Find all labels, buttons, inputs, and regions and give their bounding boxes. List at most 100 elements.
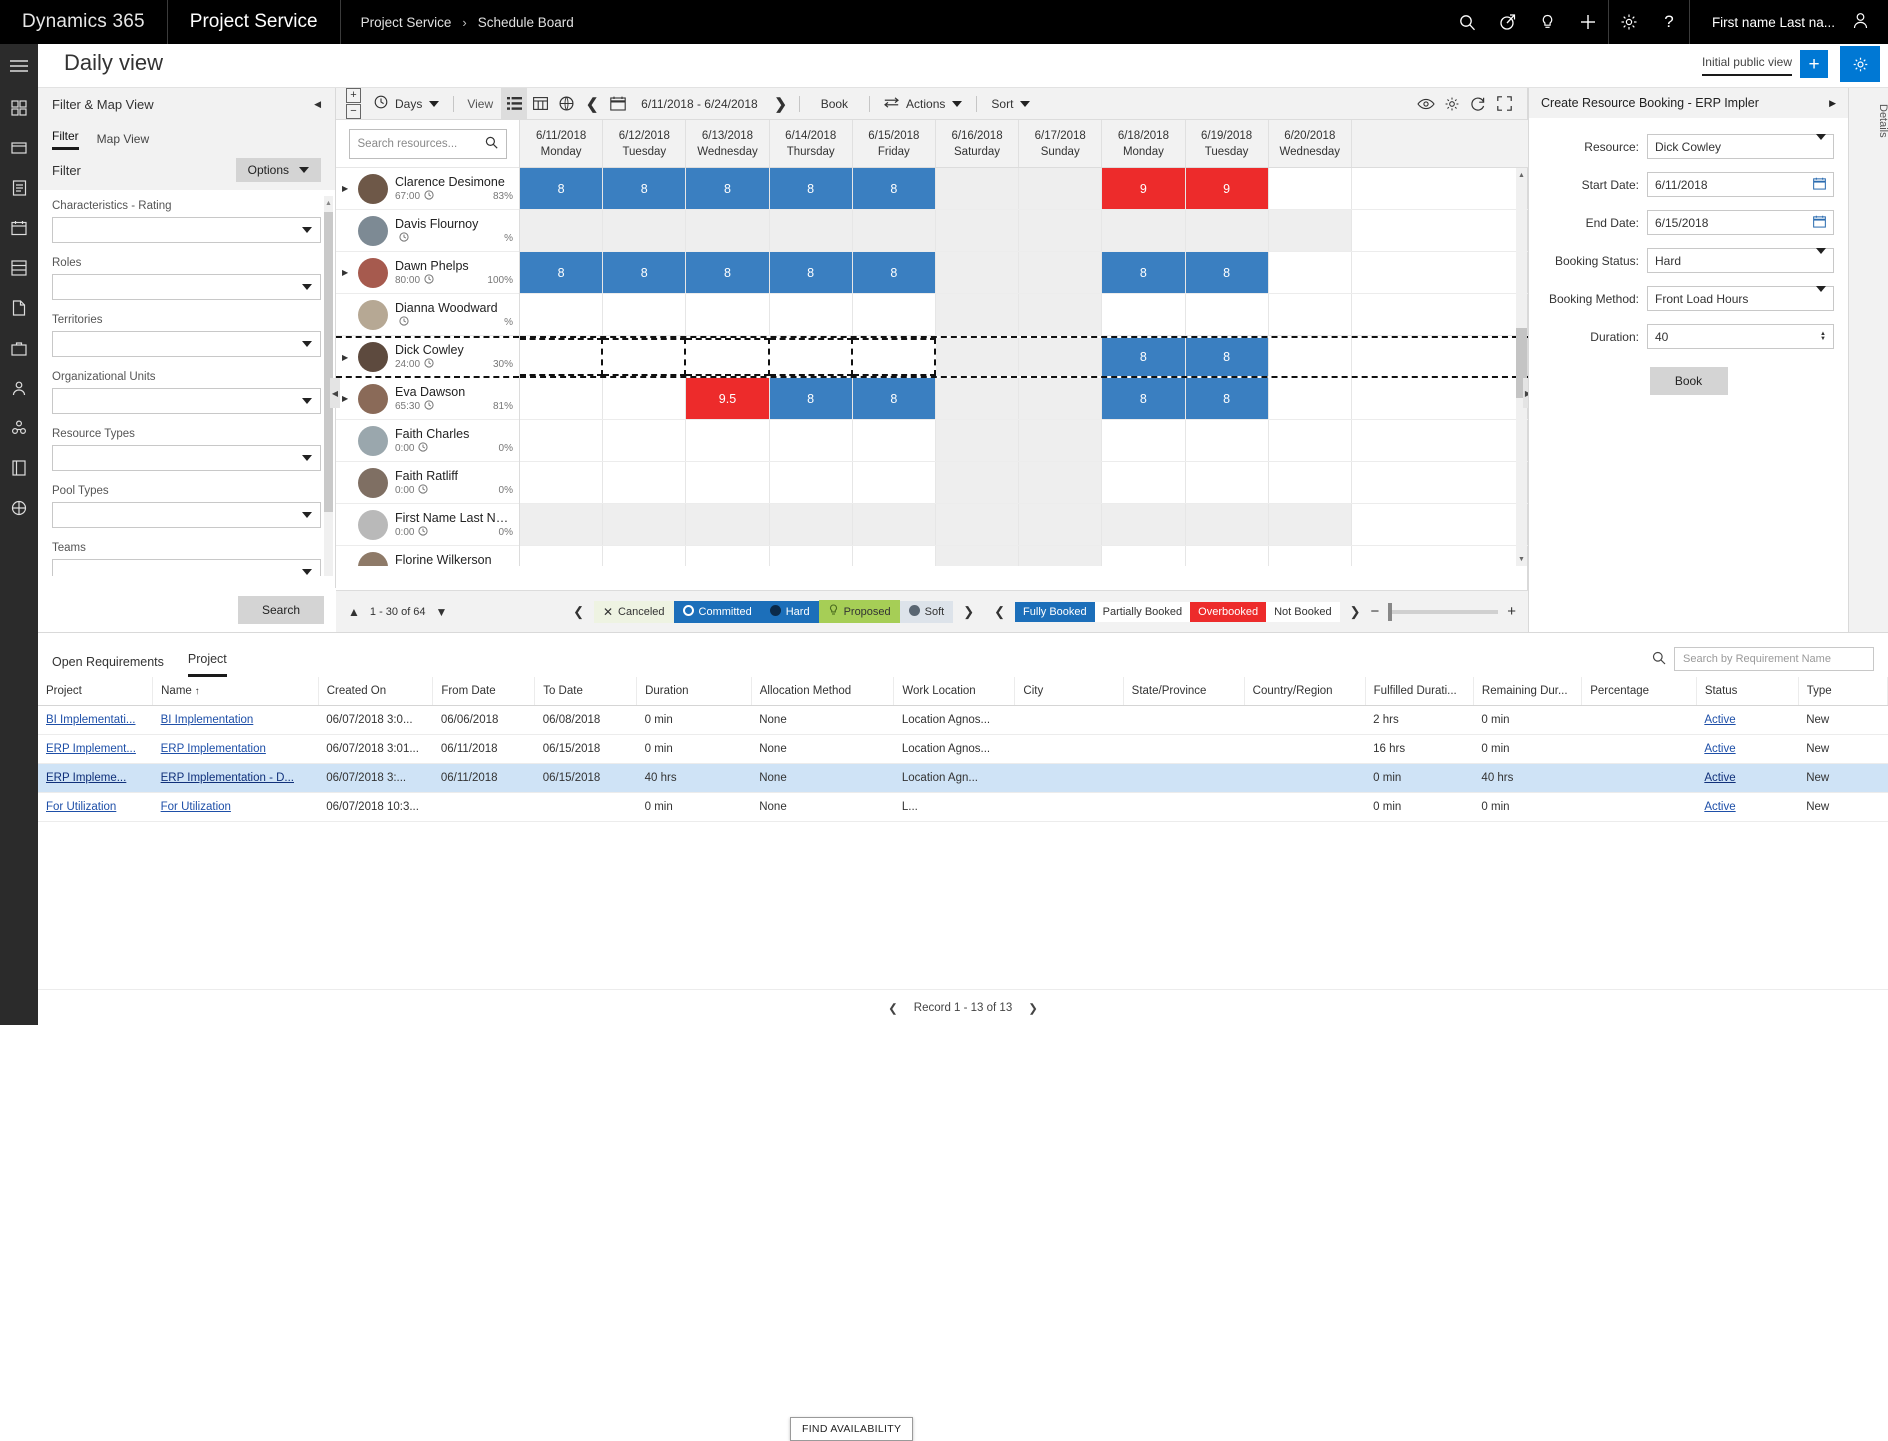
schedule-cell[interactable] <box>770 420 853 461</box>
schedule-cell[interactable] <box>603 420 686 461</box>
advanced-find-icon[interactable] <box>1488 0 1528 44</box>
pager-next-icon[interactable]: ❯ <box>1028 1001 1038 1015</box>
schedule-cell[interactable] <box>770 504 853 545</box>
resource-row[interactable]: ▶Eva Dawson65:3081% <box>336 378 519 420</box>
cell-link[interactable]: ERP Implementation - D... <box>161 772 294 784</box>
calendar-icon[interactable] <box>605 88 631 120</box>
resource-types-select[interactable] <box>52 445 321 471</box>
column-header[interactable]: Fulfilled Durati... <box>1365 677 1473 706</box>
schedule-cell[interactable] <box>1019 420 1102 461</box>
schedule-cell[interactable] <box>853 504 936 545</box>
booking-cell[interactable]: 8 <box>520 252 603 293</box>
cell-link[interactable]: Active <box>1704 772 1735 784</box>
booking-cell[interactable]: 8 <box>603 252 686 293</box>
booking-cell[interactable]: 8 <box>686 168 769 209</box>
legend-chip-hard[interactable]: Hard <box>761 601 819 623</box>
rail-item-documents[interactable] <box>0 288 38 328</box>
zoom-slider[interactable] <box>1388 610 1498 614</box>
calendar-icon[interactable] <box>1813 177 1826 193</box>
schedule-cell[interactable] <box>1019 504 1102 545</box>
gear-icon[interactable] <box>1439 88 1465 120</box>
schedule-cell[interactable] <box>770 546 853 566</box>
scroll-up-icon[interactable]: ▲ <box>324 196 333 210</box>
column-header[interactable]: State/Province <box>1123 677 1244 706</box>
schedule-cell[interactable] <box>603 294 686 335</box>
schedule-cell[interactable] <box>1019 338 1102 376</box>
prev-period-button[interactable]: ❮ <box>579 88 605 120</box>
characteristics-rating-select[interactable] <box>52 217 321 243</box>
help-icon[interactable]: ? <box>1649 0 1689 44</box>
cell-link[interactable]: Active <box>1704 714 1735 726</box>
column-header[interactable]: Project <box>38 677 153 706</box>
schedule-cell[interactable] <box>1269 294 1352 335</box>
chevron-right-icon[interactable]: ▶ <box>1829 98 1836 109</box>
schedule-cell[interactable] <box>1269 504 1352 545</box>
schedule-cell[interactable] <box>1269 168 1352 209</box>
book-button[interactable]: Book <box>805 97 864 111</box>
rail-item-briefcase[interactable] <box>0 328 38 368</box>
legend-next-icon[interactable]: ❯ <box>953 604 984 620</box>
spinner-arrows-icon[interactable]: ▲▼ <box>1820 332 1826 342</box>
cell-link[interactable]: ERP Implementation <box>161 743 266 755</box>
schedule-cell[interactable] <box>686 546 769 566</box>
rail-item-reports[interactable] <box>0 248 38 288</box>
cell-link[interactable]: For Utilization <box>161 801 231 813</box>
schedule-cell[interactable] <box>1186 420 1269 461</box>
utilization-chip-not-booked[interactable]: Not Booked <box>1266 602 1339 622</box>
next-period-button[interactable]: ❯ <box>768 88 794 120</box>
column-header[interactable]: Type <box>1798 677 1887 706</box>
booking-cell[interactable]: 8 <box>1186 378 1269 419</box>
cell-link[interactable]: BI Implementation <box>161 714 254 726</box>
schedule-cell[interactable] <box>1102 210 1185 251</box>
column-header[interactable]: Duration <box>637 677 752 706</box>
breadcrumb-current[interactable]: Schedule Board <box>478 15 574 30</box>
tab-map-view[interactable]: Map View <box>97 132 149 150</box>
resource-row[interactable]: Faith Ratliff0:000% <box>336 462 519 504</box>
resource-row[interactable]: Florine Wilkerson <box>336 546 519 566</box>
cell-link[interactable]: For Utilization <box>46 801 116 813</box>
schedule-cell[interactable] <box>1186 210 1269 251</box>
page-down-icon[interactable]: ▼ <box>436 605 448 619</box>
zoom-out-button[interactable]: − <box>1370 603 1379 620</box>
chevron-down-icon[interactable] <box>1816 254 1826 268</box>
schedule-cell[interactable] <box>936 338 1019 376</box>
resource-row[interactable]: Davis Flournoy% <box>336 210 519 252</box>
schedule-cell[interactable] <box>1019 378 1102 419</box>
resource-row[interactable]: Dianna Woodward% <box>336 294 519 336</box>
booking-cell[interactable]: 8 <box>770 168 853 209</box>
schedule-cell[interactable] <box>853 546 936 566</box>
booking-cell[interactable]: 8 <box>770 252 853 293</box>
book-submit-button[interactable]: Book <box>1650 367 1728 395</box>
gear-icon[interactable] <box>1609 0 1649 44</box>
schedule-cell[interactable] <box>603 546 686 566</box>
schedule-cell[interactable] <box>853 210 936 251</box>
column-header[interactable]: Percentage <box>1582 677 1697 706</box>
column-header[interactable]: City <box>1015 677 1123 706</box>
schedule-cell[interactable] <box>936 546 1019 566</box>
hamburger-menu-icon[interactable] <box>0 44 38 88</box>
expand-resource-icon[interactable]: ▶ <box>342 184 351 193</box>
schedule-cell[interactable] <box>686 294 769 335</box>
fullscreen-icon[interactable] <box>1491 88 1517 120</box>
schedule-cell[interactable] <box>520 378 603 419</box>
pool-types-select[interactable] <box>52 502 321 528</box>
app-name[interactable]: Project Service <box>168 0 341 44</box>
time-scale-selector[interactable]: Days <box>365 88 448 120</box>
list-view-icon[interactable] <box>501 88 527 120</box>
schedule-cell[interactable] <box>686 462 769 503</box>
legend-chip-canceled[interactable]: ✕Canceled <box>594 601 674 623</box>
schedule-cell[interactable] <box>686 338 769 376</box>
booking-cell[interactable]: 9 <box>1102 168 1185 209</box>
schedule-cell[interactable] <box>1102 420 1185 461</box>
legend-chip-committed[interactable]: Committed <box>674 601 761 623</box>
sort-menu[interactable]: Sort <box>982 88 1039 120</box>
utilization-chip-fully-booked[interactable]: Fully Booked <box>1015 602 1095 622</box>
resource-row[interactable]: Faith Charles0:000% <box>336 420 519 462</box>
schedule-cell[interactable] <box>520 546 603 566</box>
table-row[interactable]: BI Implementati...BI Implementation06/07… <box>38 706 1888 735</box>
organizational-units-select[interactable] <box>52 388 321 414</box>
actions-menu[interactable]: Actions <box>875 88 971 120</box>
legend-chip-proposed[interactable]: Proposed <box>819 600 900 623</box>
schedule-cell[interactable] <box>853 420 936 461</box>
chevron-down-icon[interactable] <box>1816 292 1826 306</box>
